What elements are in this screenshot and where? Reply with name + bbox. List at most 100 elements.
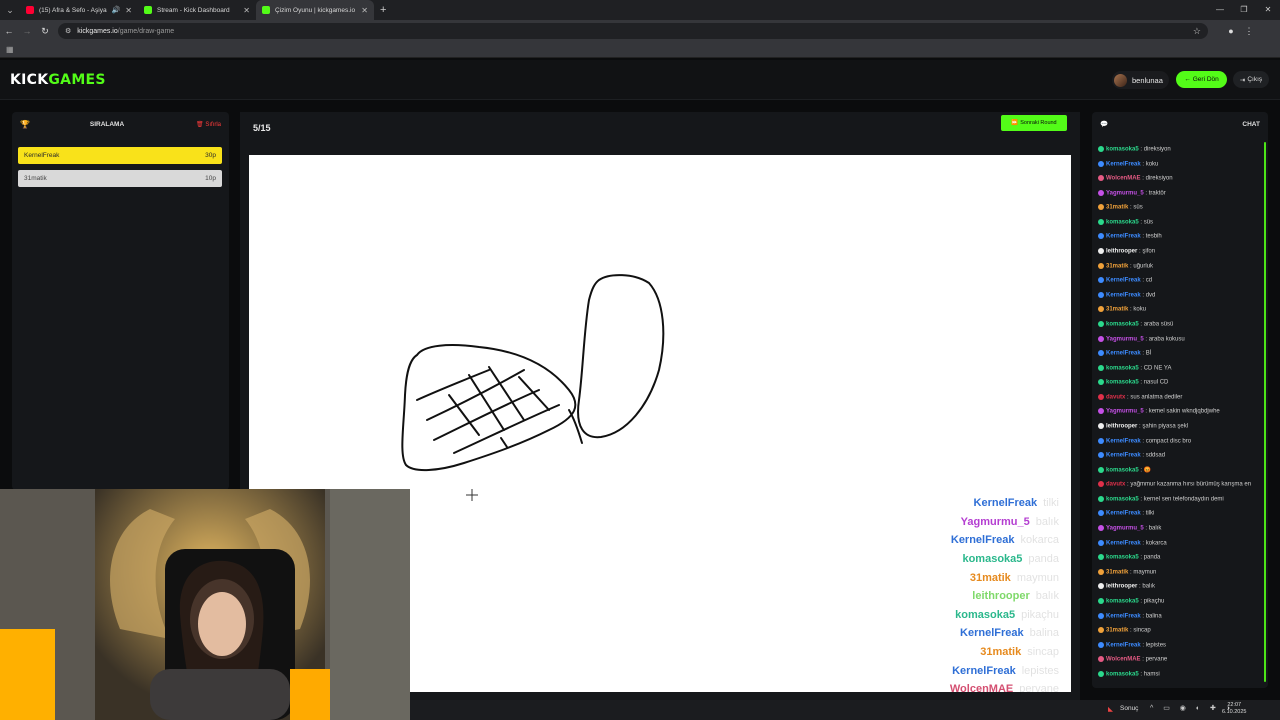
chat-text: araba kokusu	[1148, 336, 1185, 343]
user-badge-icon	[1098, 248, 1104, 255]
clock-date: 6.10.2025	[1222, 709, 1247, 715]
taskbar-app[interactable]: ◣	[1108, 705, 1113, 713]
user-badge-icon	[1098, 320, 1104, 327]
chat-username[interactable]: komasoka5	[1106, 496, 1139, 502]
kickgames-logo[interactable]: KICKGAMES	[10, 72, 106, 88]
speaker-icon[interactable]: 🔊	[112, 6, 121, 14]
chat-message-list: komasoka5 : direksiyon KernelFreak : koku…	[1098, 146, 1258, 685]
chat-username[interactable]: WolcenMAE	[1106, 176, 1141, 182]
browser-menu-icon[interactable]: ⋮	[1240, 26, 1258, 37]
site-info-icon[interactable]: ⚙	[65, 27, 71, 35]
chat-message: Yagmurmu_5 : balık	[1098, 525, 1258, 533]
chat-username[interactable]: leithrooper	[1106, 584, 1137, 590]
tab-search-icon[interactable]: ⌄	[0, 0, 20, 20]
chat-username[interactable]: 31matik	[1106, 569, 1128, 575]
close-tab-icon[interactable]: ✕	[243, 6, 250, 15]
apps-grid-icon[interactable]: ▦	[6, 45, 14, 54]
chat-message: WolcenMAE : pervane	[1098, 656, 1258, 664]
reset-scores-button[interactable]: 🗑 Sıfırla	[196, 121, 221, 128]
maximize-icon[interactable]: ❐	[1232, 0, 1256, 20]
chat-title: CHAT	[1242, 120, 1260, 128]
minimize-icon[interactable]: —	[1208, 0, 1232, 20]
chat-text: nasul CD	[1143, 379, 1169, 386]
leaderboard-row-2: 31matik 10p	[18, 170, 222, 187]
leaderboard-row-1: KernelFreak 30p	[18, 147, 222, 164]
tab-title: Çizim Oyunu | kickgames.io	[275, 6, 356, 14]
guess-word: panda	[1028, 553, 1059, 566]
chat-text: tilki	[1145, 511, 1155, 518]
avatar	[1114, 73, 1127, 87]
address-bar[interactable]: ⚙ kickgames.io/game/draw-game ☆	[58, 23, 1208, 39]
chat-username[interactable]: KernelFreak	[1106, 642, 1141, 648]
chat-username[interactable]: KernelFreak	[1106, 438, 1141, 444]
url-path: /game/draw-game	[117, 27, 175, 35]
browser-tab-3[interactable]: Çizim Oyunu | kickgames.io ✕	[256, 0, 374, 20]
chat-username[interactable]: komasoka5	[1106, 599, 1139, 605]
chat-username[interactable]: KernelFreak	[1106, 511, 1141, 517]
chat-username[interactable]: komasoka5	[1106, 147, 1139, 153]
chat-username[interactable]: leithrooper	[1106, 249, 1137, 255]
guess-row: KernelFreak kokarca	[951, 531, 1059, 550]
back-icon[interactable]: ←	[0, 26, 18, 36]
chat-scrollbar[interactable]	[1264, 142, 1266, 682]
close-window-icon[interactable]: ✕	[1256, 0, 1280, 20]
guess-user: komasoka5	[955, 608, 1016, 621]
chat-text: compact disc bro	[1145, 438, 1192, 445]
chat-username[interactable]: komasoka5	[1106, 322, 1139, 328]
chat-text: traktör	[1148, 190, 1166, 197]
webcam-feed-image	[0, 489, 410, 720]
chat-text: yağmmur kazanma hırsı bürümüş karışma en	[1130, 481, 1252, 488]
chat-username[interactable]: 31matik	[1106, 205, 1128, 211]
chat-text: maymun	[1133, 569, 1157, 576]
chat-username[interactable]: davutx	[1106, 394, 1125, 400]
chat-username[interactable]: KernelFreak	[1106, 234, 1141, 240]
chat-username[interactable]: Yagmurmu_5	[1106, 336, 1144, 342]
chat-username[interactable]: davutx	[1106, 482, 1125, 488]
guess-row: Yagmurmu_5 balık	[961, 513, 1059, 532]
profile-icon[interactable]: ●	[1222, 26, 1240, 36]
chat-username[interactable]: KernelFreak	[1106, 278, 1141, 284]
logout-button[interactable]: ⇥ Çıkış	[1233, 71, 1269, 88]
forward-icon[interactable]: →	[18, 26, 36, 36]
user-profile-chip[interactable]: benlunaa	[1112, 71, 1169, 89]
chat-username[interactable]: 31matik	[1106, 628, 1128, 634]
chat-message: 31matik : uğurluk	[1098, 262, 1258, 271]
chat-username[interactable]: komasoka5	[1106, 467, 1139, 473]
guess-word: lepistes	[1021, 664, 1059, 677]
chat-username[interactable]: komasoka5	[1106, 555, 1139, 561]
back-button[interactable]: ← Geri Dön	[1176, 71, 1227, 88]
guess-word: kokarca	[1020, 534, 1059, 547]
browser-tab-1[interactable]: (15) Afra & Sefo - Aşiyan - 🔊 ✕	[20, 0, 138, 20]
chat-username[interactable]: komasoka5	[1106, 671, 1139, 677]
close-tab-icon[interactable]: ✕	[125, 6, 132, 15]
chat-text: koku	[1145, 161, 1159, 168]
user-badge-icon	[1098, 350, 1104, 357]
chat-username[interactable]: KernelFreak	[1106, 161, 1141, 167]
chat-username[interactable]: KernelFreak	[1106, 540, 1141, 546]
chat-username[interactable]: KernelFreak	[1106, 351, 1141, 357]
window-controls: — ❐ ✕	[1208, 0, 1280, 20]
chat-username[interactable]: Yagmurmu_5	[1106, 190, 1144, 196]
next-round-button[interactable]: ⏩ Sonraki Round	[1001, 115, 1067, 131]
chat-username[interactable]: WolcenMAE	[1106, 657, 1141, 663]
chat-username[interactable]: komasoka5	[1106, 380, 1139, 386]
chat-username[interactable]: leithrooper	[1106, 424, 1137, 430]
chat-message: WolcenMAE : direksiyon	[1098, 175, 1258, 183]
user-badge-icon	[1098, 539, 1104, 546]
chat-username[interactable]: komasoka5	[1106, 219, 1139, 225]
chat-username[interactable]: 31matik	[1106, 263, 1128, 269]
chat-username[interactable]: 31matik	[1106, 307, 1128, 313]
new-tab-icon[interactable]: +	[374, 4, 392, 16]
browser-tab-2[interactable]: Stream - Kick Dashboard ✕	[138, 0, 256, 20]
reload-icon[interactable]: ↻	[36, 26, 54, 37]
chat-username[interactable]: KernelFreak	[1106, 453, 1141, 459]
chat-text: Bİ	[1145, 350, 1152, 357]
chat-username[interactable]: Yagmurmu_5	[1106, 526, 1144, 532]
chat-username[interactable]: KernelFreak	[1106, 613, 1141, 619]
chat-username[interactable]: komasoka5	[1106, 365, 1139, 371]
close-tab-icon[interactable]: ✕	[361, 6, 368, 15]
tab-title: (15) Afra & Sefo - Aşiyan -	[39, 6, 107, 14]
bookmark-star-icon[interactable]: ☆	[1193, 26, 1201, 37]
chat-username[interactable]: Yagmurmu_5	[1106, 409, 1144, 415]
chat-username[interactable]: KernelFreak	[1106, 292, 1141, 298]
